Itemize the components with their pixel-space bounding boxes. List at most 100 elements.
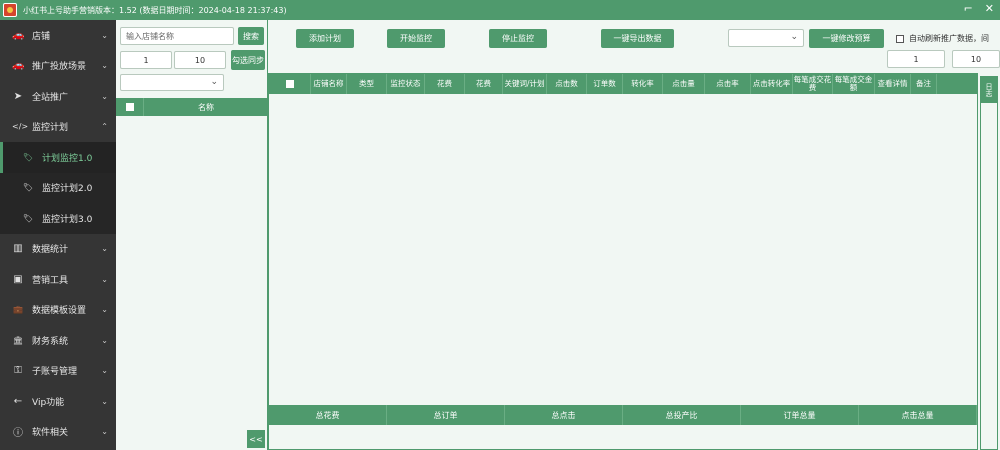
sidebar-item-software[interactable]: ⓘ 软件相关 ⌄	[0, 417, 116, 448]
start-monitor-button[interactable]: 开始监控	[387, 29, 445, 48]
sidebar-item-monitor-plan[interactable]: </> 监控计划 ⌃	[0, 112, 116, 143]
summary-cell: 订单总量	[741, 405, 859, 425]
tag-icon: 🏷	[22, 183, 34, 193]
sidebar-item-label: 数据统计	[32, 245, 69, 256]
column-header: 点击转化率	[751, 74, 793, 94]
summary-cell: 总订单	[387, 405, 505, 425]
table-select-all[interactable]	[269, 74, 311, 94]
plan-table-header: 店铺名称 类型 监控状态 花费 花费 关键词/计划 点击数 订单数 转化率 点击…	[269, 74, 977, 94]
sidebar-item-statistics[interactable]: ▥ 数据统计 ⌄	[0, 234, 116, 265]
briefcase-icon: 💼	[13, 305, 23, 315]
sidebar-item-label: 监控计划2.0	[42, 184, 93, 195]
chevron-down-icon: ⌄	[101, 396, 108, 406]
column-header: 点击数	[547, 74, 587, 94]
sidebar-item-label: 软件相关	[32, 428, 69, 439]
summary-cell: 点击总量	[859, 405, 977, 425]
column-header-name: 名称	[198, 102, 214, 112]
log-panel: 日志	[980, 76, 998, 450]
chevron-down-icon: ⌄	[101, 30, 108, 40]
summary-cell: 总投产比	[623, 405, 741, 425]
modify-budget-button[interactable]: 一键修改预算	[809, 29, 884, 48]
column-header: 监控状态	[387, 74, 425, 94]
sidebar-item-store[interactable]: 🚗 店铺 ⌄	[0, 20, 116, 51]
close-button[interactable]: ✕	[985, 2, 994, 15]
sidebar-item-label: 监控计划3.0	[42, 214, 93, 225]
page-from-input[interactable]: 1	[120, 51, 172, 69]
window-title: 小红书上号助手营销版本：1.52 (数据日期时间：2024-04-18 21:3…	[23, 5, 287, 15]
column-header: 备注	[911, 74, 937, 94]
column-header: 查看详情	[875, 74, 911, 94]
tag-icon: 🏷	[22, 213, 34, 223]
column-header: 花费	[425, 74, 465, 94]
sidebar-item-vip[interactable]: ← Vip功能 ⌄	[0, 386, 116, 417]
log-tab[interactable]: 日志	[981, 77, 997, 103]
search-button[interactable]: 搜索	[238, 27, 264, 45]
column-header: 转化率	[623, 74, 663, 94]
chevron-down-icon: ⌄	[101, 335, 108, 345]
stop-monitor-button[interactable]: 停止监控	[489, 29, 547, 48]
store-search-input[interactable]: 输入店铺名称	[120, 27, 234, 45]
sidebar-item-sub-accounts[interactable]: ⚿ 子账号管理 ⌄	[0, 356, 116, 387]
collapse-panel-button[interactable]: <<	[247, 430, 265, 448]
sidebar-item-label: 店铺	[32, 31, 51, 42]
sidebar-item-label: 计划监控1.0	[42, 153, 93, 164]
sidebar-item-label: 监控计划	[32, 123, 69, 134]
sidebar-item-label: 全站推广	[32, 92, 69, 103]
maximize-button[interactable]: ⌐	[964, 2, 973, 15]
plan-table-summary: 总花费 总订单 总点击 总投产比 订单总量 点击总量	[269, 405, 977, 425]
main-content: 添加计划 开始监控 停止监控 一键导出数据 ⌄ 一键修改预算 自动刷新推广数据，…	[268, 20, 1000, 450]
sidebar-item-template-settings[interactable]: 💼 数据模板设置 ⌄	[0, 295, 116, 326]
sidebar-item-promotion-scene[interactable]: 🚗 推广投放场景 ⌄	[0, 51, 116, 82]
chevron-down-icon: ⌄	[790, 32, 798, 42]
car-icon: 🚗	[12, 60, 25, 72]
contact-icon: ▣	[13, 273, 23, 285]
tag-icon: 🏷	[22, 152, 34, 162]
bar-chart-icon: ▥	[13, 243, 23, 255]
page-to-input[interactable]: 10	[174, 51, 226, 69]
sidebar-item-full-site-promotion[interactable]: ➤ 全站推广 ⌄	[0, 81, 116, 112]
store-list-header: 名称	[116, 98, 268, 116]
select-all-checkbox[interactable]	[125, 103, 134, 111]
bank-icon: 🏛	[12, 335, 24, 345]
store-select[interactable]: ⌄	[120, 74, 224, 91]
sidebar-item-label: 子账号管理	[32, 367, 78, 378]
info-icon: ⓘ	[13, 428, 23, 440]
title-bar: 小红书上号助手营销版本：1.52 (数据日期时间：2024-04-18 21:3…	[0, 0, 1000, 20]
interval-from-input[interactable]: 1	[887, 50, 945, 68]
sidebar-subitem-monitor-1[interactable]: 🏷 计划监控1.0	[0, 142, 116, 173]
filter-select[interactable]: ⌄	[728, 29, 804, 47]
chevron-up-icon: ⌃	[101, 122, 108, 132]
code-icon: </>	[12, 122, 29, 132]
chevron-down-icon: ⌄	[101, 305, 108, 315]
auto-refresh-label: 自动刷新推广数据，间	[909, 34, 989, 43]
summary-cell: 总花费	[269, 405, 387, 425]
column-header: 店铺名称	[311, 74, 347, 94]
column-header: 点击率	[705, 74, 751, 94]
column-header: 每笔成交花费	[793, 74, 833, 94]
column-header: 点击量	[663, 74, 705, 94]
export-data-button[interactable]: 一键导出数据	[601, 29, 674, 48]
column-header: 订单数	[587, 74, 623, 94]
chevron-down-icon: ⌄	[101, 91, 108, 101]
interval-to-input[interactable]: 10	[952, 50, 1000, 68]
store-panel: 输入店铺名称 搜索 1 10 勾选同步 ⌄ 名称 <<	[116, 20, 268, 450]
auto-refresh-checkbox[interactable]	[896, 34, 904, 43]
auto-refresh-option[interactable]: 自动刷新推广数据，间	[896, 33, 989, 44]
add-plan-button[interactable]: 添加计划	[296, 29, 354, 48]
column-header: 关键词/计划	[503, 74, 547, 94]
summary-cell: 总点击	[505, 405, 623, 425]
sidebar-item-marketing-tools[interactable]: ▣ 营销工具 ⌄	[0, 264, 116, 295]
arrow-left-icon: ←	[13, 395, 23, 407]
chevron-down-icon: ⌄	[210, 77, 218, 87]
column-header: 类型	[347, 74, 387, 94]
sidebar: 🚗 店铺 ⌄ 🚗 推广投放场景 ⌄ ➤ 全站推广 ⌄ </> 监控计划 ⌃ 🏷 …	[0, 20, 116, 450]
sidebar-item-finance[interactable]: 🏛 财务系统 ⌄	[0, 325, 116, 356]
select-all-checkbox[interactable]	[285, 80, 294, 88]
sidebar-item-label: Vip功能	[32, 397, 65, 408]
sidebar-subitem-monitor-2[interactable]: 🏷 监控计划2.0	[0, 172, 116, 203]
sidebar-subitem-monitor-3[interactable]: 🏷 监控计划3.0	[0, 203, 116, 234]
sync-selected-button[interactable]: 勾选同步	[231, 50, 265, 70]
app-logo-icon	[3, 3, 17, 17]
column-header: 每笔成交金额	[833, 74, 875, 94]
send-icon: ➤	[13, 90, 23, 102]
